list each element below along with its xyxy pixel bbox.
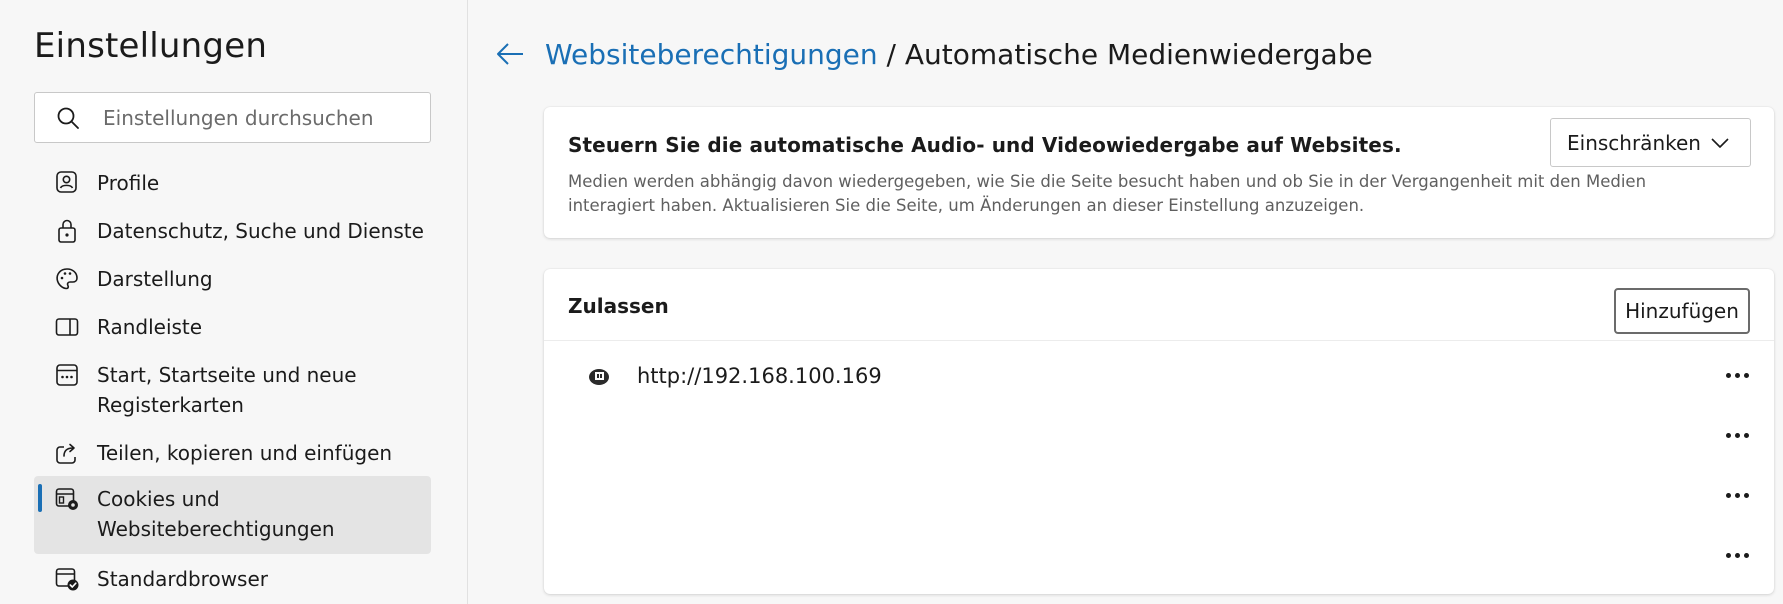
palette-icon	[56, 268, 78, 290]
sidebar-icon	[55, 318, 79, 336]
sidebar-item-label: Datenschutz, Suche und Dienste	[97, 219, 424, 243]
cookies-permissions-icon	[55, 488, 78, 510]
autoplay-card: Steuern Sie die automatische Audio- und …	[544, 107, 1774, 238]
page-title: / Automatische Medienwiedergabe	[877, 38, 1373, 71]
site-row: http://192.168.100.169	[544, 359, 1774, 399]
site-favicon-icon	[589, 369, 609, 385]
breadcrumb: Websiteberechtigungen / Automatische Med…	[545, 38, 1373, 71]
sidebar-item-label: Standardbrowser	[97, 567, 269, 591]
sidebar-item-label: Profile	[97, 171, 160, 195]
sidebar-item-label: Start, Startseite und neue	[97, 363, 357, 387]
start-page-icon	[56, 364, 78, 386]
share-icon	[56, 443, 76, 464]
sidebar-item-appearance[interactable]: Darstellung	[34, 262, 431, 298]
settings-app: Einstellungen Einstellungen durchsuchen …	[0, 0, 1783, 604]
sidebar-item-sidebar[interactable]: Randleiste	[34, 310, 431, 346]
profile-icon	[56, 171, 77, 193]
active-indicator	[38, 484, 42, 512]
sidebar-item-label: Darstellung	[97, 267, 213, 291]
more-options-icon[interactable]	[1724, 371, 1752, 381]
sidebar-item-label: Randleiste	[97, 315, 203, 339]
search-icon	[57, 107, 79, 129]
sidebar-item-default-browser[interactable]: Standardbrowser	[34, 562, 431, 598]
sidebar-item-privacy[interactable]: Datenschutz, Suche und Dienste	[34, 214, 431, 250]
search-input[interactable]: Einstellungen durchsuchen	[34, 92, 431, 143]
breadcrumb-link[interactable]: Websiteberechtigungen	[545, 38, 878, 71]
lock-icon	[58, 219, 76, 243]
back-arrow-icon[interactable]	[495, 40, 525, 68]
more-options-icon[interactable]	[1724, 431, 1752, 441]
add-site-button[interactable]: Hinzufügen	[1614, 288, 1750, 334]
sidebar-item-profile[interactable]: Profile	[34, 166, 431, 202]
sidebar-item-share[interactable]: Teilen, kopieren und einfügen	[34, 436, 431, 472]
allow-section-title: Zulassen	[568, 294, 669, 318]
sidebar-item-label: Registerkarten	[97, 393, 244, 417]
sidebar-item-label: Websiteberechtigungen	[97, 517, 335, 541]
sidebar-item-cookies[interactable]: Cookies und Websiteberechtigungen	[34, 476, 431, 554]
more-options-icon[interactable]	[1724, 491, 1752, 501]
sidebar: Einstellungen Einstellungen durchsuchen …	[0, 0, 468, 604]
autoplay-select-value: Einschränken	[1567, 131, 1701, 155]
chevron-down-icon	[1711, 138, 1729, 148]
sidebar-item-label: Teilen, kopieren und einfügen	[97, 441, 393, 465]
divider	[544, 340, 1774, 341]
autoplay-heading: Steuern Sie die automatische Audio- und …	[568, 133, 1402, 157]
more-options-icon[interactable]	[1724, 551, 1752, 561]
sidebar-title: Einstellungen	[34, 26, 268, 66]
autoplay-select[interactable]: Einschränken	[1550, 118, 1751, 167]
search-placeholder: Einstellungen durchsuchen	[103, 106, 374, 130]
allow-card: Zulassen Hinzufügen http://192.168.100.1…	[544, 269, 1774, 594]
sidebar-item-label: Cookies und	[97, 487, 220, 511]
sidebar-item-start-page[interactable]: Start, Startseite und neue Registerkarte…	[34, 358, 431, 424]
autoplay-description: Medien werden abhängig davon wiedergegeb…	[568, 172, 1647, 215]
default-browser-icon	[55, 568, 79, 591]
site-url: http://192.168.100.169	[637, 364, 882, 388]
